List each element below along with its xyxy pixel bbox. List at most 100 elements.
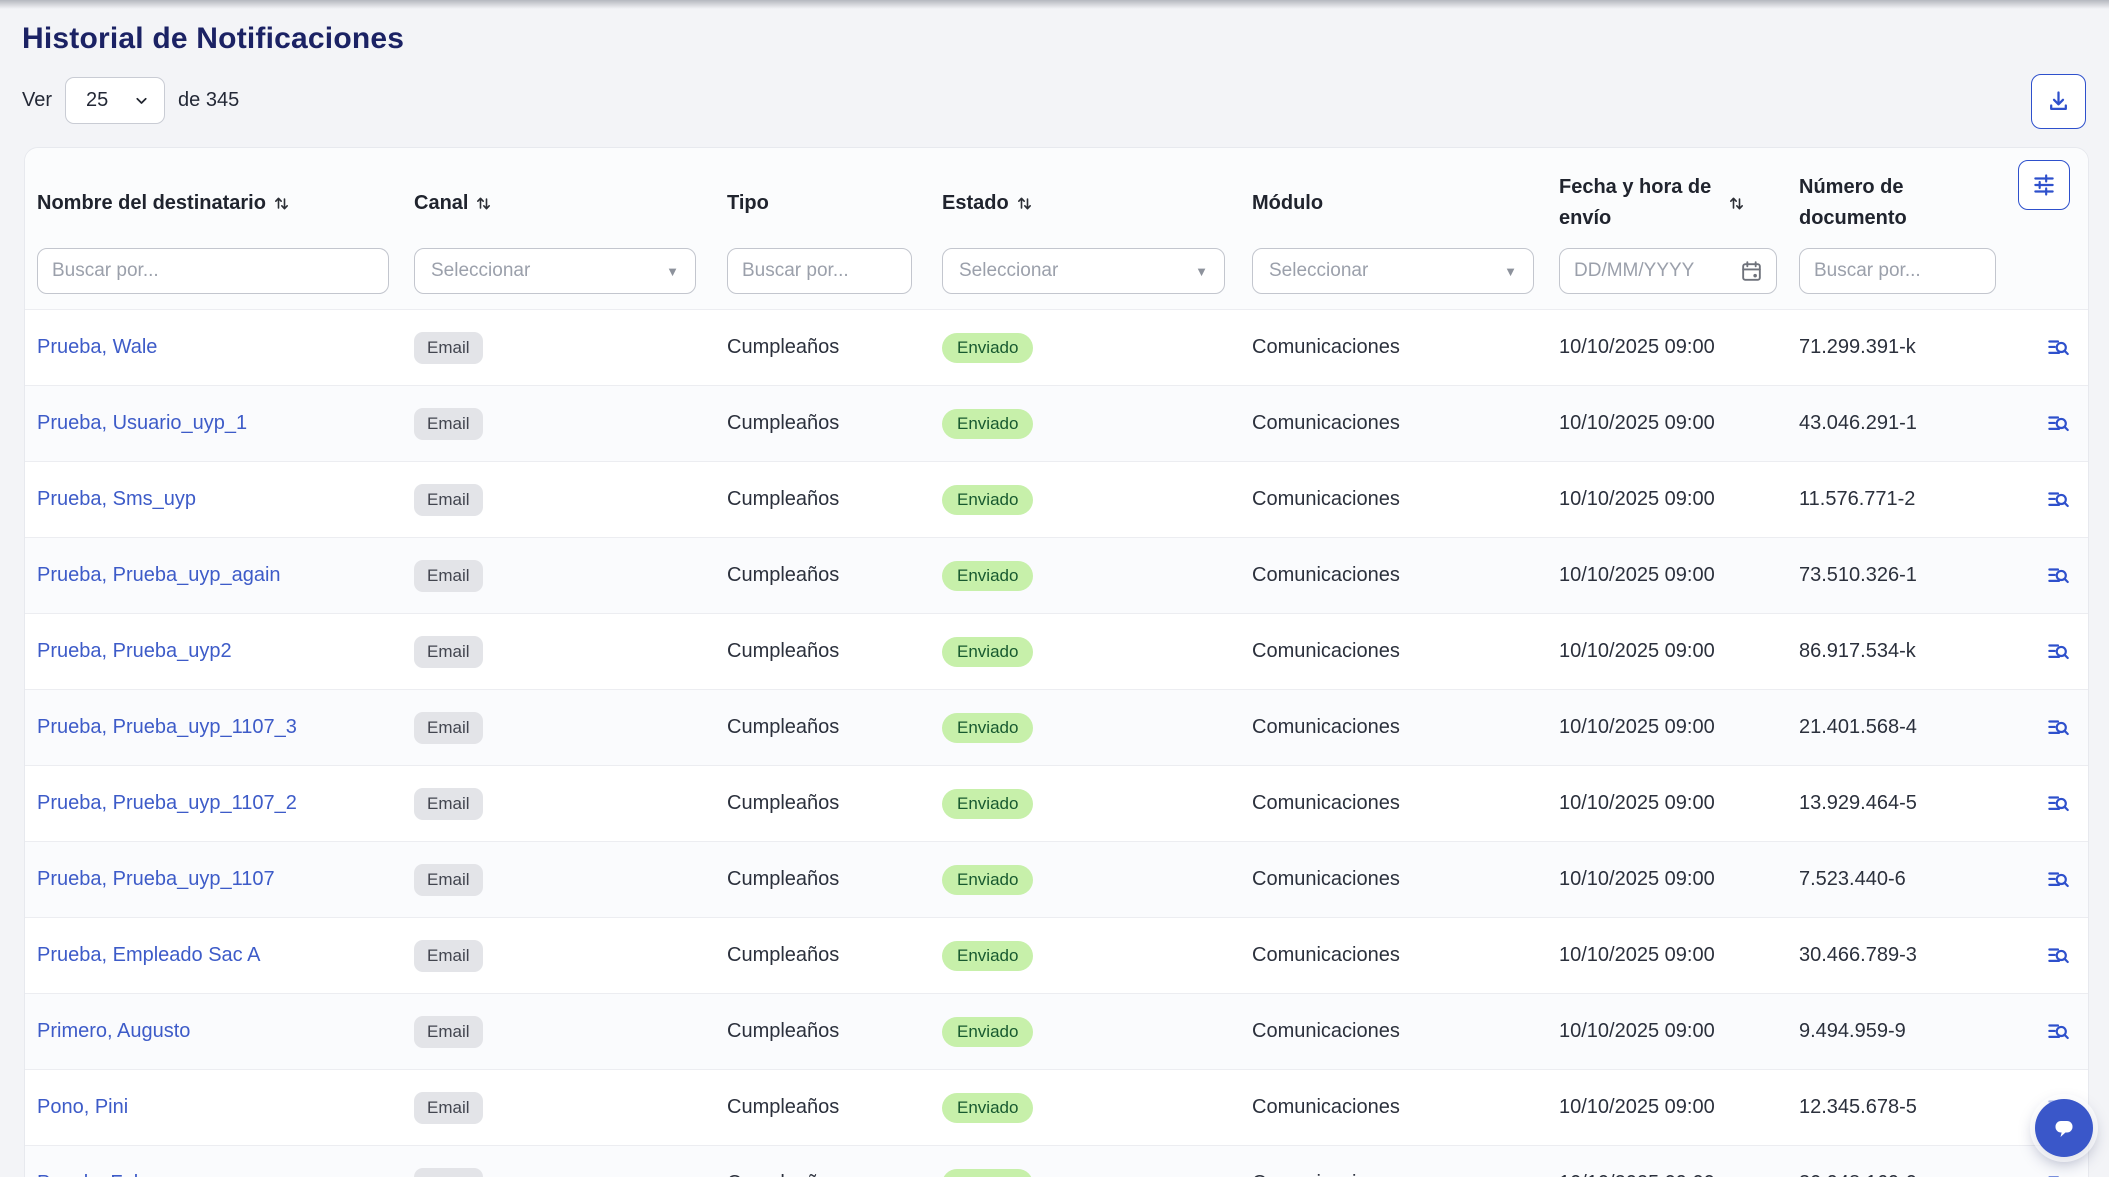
view-details-button[interactable]	[2043, 485, 2073, 515]
type-cell: Cumpleaños	[727, 488, 942, 511]
recipient-name-link[interactable]: Prueba, Prueba_uyp_1107	[37, 868, 275, 890]
view-details-button[interactable]	[2043, 713, 2073, 743]
status-badge: Enviado	[942, 637, 1033, 667]
filter-estado-select[interactable]: Seleccionar ▼	[942, 248, 1225, 294]
table-row: Primero, Augusto Email Cumpleaños Enviad…	[25, 993, 2088, 1069]
channel-badge: Email	[414, 408, 483, 440]
sent-datetime-cell: 10/10/2025 09:00	[1559, 488, 1799, 511]
recipient-name-link[interactable]: Prueba, Usuario_uyp_1	[37, 412, 247, 434]
sent-datetime-cell: 10/10/2025 09:00	[1559, 1172, 1799, 1177]
column-settings-button[interactable]	[2018, 160, 2070, 210]
document-number-cell: 7.523.440-6	[1799, 868, 2043, 891]
channel-badge: Email	[414, 1092, 483, 1124]
channel-badge: Email	[414, 864, 483, 896]
document-number-cell: 12.345.678-5	[1799, 1096, 2043, 1119]
sent-datetime-cell: 10/10/2025 09:00	[1559, 944, 1799, 967]
status-badge: Enviado	[942, 561, 1033, 591]
view-details-button[interactable]	[2043, 333, 2073, 363]
status-badge: Enviado	[942, 485, 1033, 515]
filter-modulo-select[interactable]: Seleccionar ▼	[1252, 248, 1534, 294]
column-header-estado[interactable]: Estado	[942, 192, 1252, 215]
recipient-name-link[interactable]: Prueba, Prueba_uyp2	[37, 640, 232, 662]
recipient-name-link[interactable]: People, Fake	[37, 1172, 155, 1177]
type-cell: Cumpleaños	[727, 1172, 942, 1177]
table-row: Prueba, Sms_uyp Email Cumpleaños Enviado…	[25, 461, 2088, 537]
sort-icon[interactable]	[1729, 196, 1744, 211]
filter-tipo-input[interactable]	[727, 248, 912, 294]
module-cell: Comunicaciones	[1252, 1172, 1559, 1177]
page-title: Historial de Notificaciones	[22, 22, 404, 56]
type-cell: Cumpleaños	[727, 640, 942, 663]
list-search-icon	[2045, 639, 2071, 665]
column-header-fecha[interactable]: Fecha y hora de envío	[1559, 172, 1799, 234]
type-cell: Cumpleaños	[727, 1096, 942, 1119]
table-row: Prueba, Wale Email Cumpleaños Enviado Co…	[25, 309, 2088, 385]
filter-nombre-input[interactable]	[37, 248, 389, 294]
view-details-button[interactable]	[2043, 941, 2073, 971]
document-number-cell: 86.917.534-k	[1799, 640, 2043, 663]
channel-badge: Email	[414, 1016, 483, 1048]
recipient-name-link[interactable]: Prueba, Prueba_uyp_1107_2	[37, 792, 297, 814]
sort-icon[interactable]	[274, 196, 289, 211]
list-search-icon	[2045, 943, 2071, 969]
status-badge: Enviado	[942, 409, 1033, 439]
dropdown-arrow-icon: ▼	[666, 264, 679, 279]
table-header-row: Nombre del destinatario Canal Tipo Estad…	[37, 172, 2076, 234]
view-details-button[interactable]	[2043, 1169, 2073, 1177]
type-cell: Cumpleaños	[727, 868, 942, 891]
table-row: Pono, Pini Email Cumpleaños Enviado Comu…	[25, 1069, 2088, 1145]
module-cell: Comunicaciones	[1252, 1096, 1559, 1119]
filter-documento-input[interactable]	[1799, 248, 1996, 294]
sent-datetime-cell: 10/10/2025 09:00	[1559, 716, 1799, 739]
view-label: Ver	[22, 89, 52, 112]
view-details-button[interactable]	[2043, 409, 2073, 439]
channel-badge: Email	[414, 484, 483, 516]
channel-badge: Email	[414, 788, 483, 820]
list-search-icon	[2045, 487, 2071, 513]
page-size-select[interactable]: 25	[65, 77, 165, 124]
download-button[interactable]	[2031, 74, 2086, 129]
module-cell: Comunicaciones	[1252, 868, 1559, 891]
calendar-icon	[1739, 259, 1764, 284]
channel-badge: Email	[414, 712, 483, 744]
module-cell: Comunicaciones	[1252, 336, 1559, 359]
view-details-button[interactable]	[2043, 561, 2073, 591]
list-search-icon	[2045, 1019, 2071, 1045]
sort-icon[interactable]	[1017, 196, 1032, 211]
view-details-button[interactable]	[2043, 789, 2073, 819]
module-cell: Comunicaciones	[1252, 412, 1559, 435]
module-cell: Comunicaciones	[1252, 716, 1559, 739]
recipient-name-link[interactable]: Prueba, Wale	[37, 336, 157, 358]
pagination-controls: Ver 25 de 345	[22, 77, 239, 124]
filter-canal-select[interactable]: Seleccionar ▼	[414, 248, 696, 294]
view-details-button[interactable]	[2043, 865, 2073, 895]
document-number-cell: 30.948.169-0	[1799, 1172, 2043, 1177]
view-details-button[interactable]	[2043, 637, 2073, 667]
view-details-button[interactable]	[2043, 1017, 2073, 1047]
list-search-icon	[2045, 791, 2071, 817]
filter-fecha-date-input[interactable]: DD/MM/YYYY	[1559, 248, 1777, 294]
recipient-name-link[interactable]: Prueba, Prueba_uyp_again	[37, 564, 281, 586]
column-header-nombre[interactable]: Nombre del destinatario	[37, 192, 414, 215]
status-badge: Enviado	[942, 941, 1033, 971]
document-number-cell: 21.401.568-4	[1799, 716, 2043, 739]
column-header-modulo: Módulo	[1252, 192, 1559, 215]
recipient-name-link[interactable]: Pono, Pini	[37, 1096, 128, 1118]
download-icon	[2045, 88, 2072, 115]
document-number-cell: 9.494.959-9	[1799, 1020, 2043, 1043]
document-number-cell: 43.046.291-1	[1799, 412, 2043, 435]
notifications-table: Nombre del destinatario Canal Tipo Estad…	[24, 147, 2089, 1177]
recipient-name-link[interactable]: Prueba, Prueba_uyp_1107_3	[37, 716, 297, 738]
chat-widget-button[interactable]	[2035, 1099, 2093, 1157]
list-search-icon	[2045, 411, 2071, 437]
channel-badge: Email	[414, 940, 483, 972]
recipient-name-link[interactable]: Prueba, Sms_uyp	[37, 488, 196, 510]
recipient-name-link[interactable]: Prueba, Empleado Sac A	[37, 944, 260, 966]
type-cell: Cumpleaños	[727, 564, 942, 587]
module-cell: Comunicaciones	[1252, 1020, 1559, 1043]
recipient-name-link[interactable]: Primero, Augusto	[37, 1020, 190, 1042]
document-number-cell: 71.299.391-k	[1799, 336, 2043, 359]
sort-icon[interactable]	[476, 196, 491, 211]
sent-datetime-cell: 10/10/2025 09:00	[1559, 640, 1799, 663]
column-header-canal[interactable]: Canal	[414, 192, 727, 215]
